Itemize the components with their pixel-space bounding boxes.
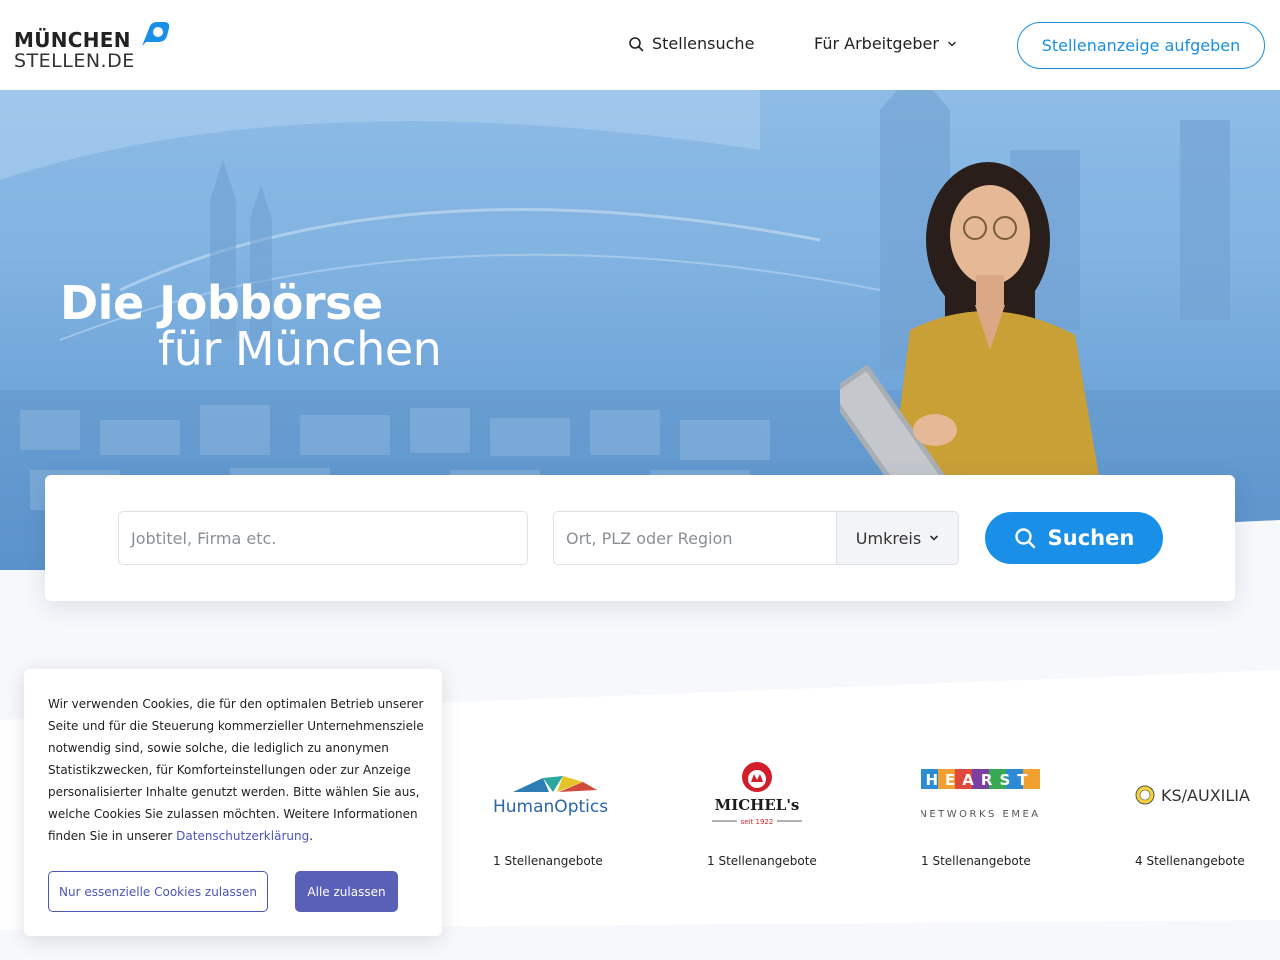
company-card-humanoptics[interactable]: HumanOptics 1 Stellenangebote	[493, 755, 653, 885]
ksauxilia-logo: KS/AUXILIA	[1135, 755, 1280, 835]
site-logo[interactable]: MÜNCHEN STELLEN.DE	[14, 22, 174, 72]
hero-subtitle: für München	[158, 322, 442, 376]
hearst-wordmark: HEARST	[926, 771, 1035, 789]
logo-text-line1: MÜNCHEN	[14, 28, 131, 52]
hearst-logo-image: HEARST NETWORKS EMEA	[921, 769, 1041, 820]
hearst-tagline: NETWORKS EMEA	[921, 809, 1041, 820]
search-button-label: Suchen	[1047, 526, 1135, 550]
humanoptics-logo-image: HumanOptics	[493, 776, 608, 817]
radius-select-label: Umkreis	[855, 528, 922, 548]
search-button[interactable]: Suchen	[985, 512, 1163, 564]
job-count: 1 Stellenangebote	[707, 854, 817, 868]
ksauxilia-wordmark: KS/AUXILIA	[1161, 786, 1250, 805]
cookie-text-suffix: .	[309, 829, 314, 843]
michels-tagline: seit 1922	[741, 818, 774, 826]
location-input[interactable]: Ort, PLZ oder Region	[553, 511, 837, 565]
job-count: 1 Stellenangebote	[921, 854, 1031, 868]
ksauxilia-logo-image: KS/AUXILIA	[1135, 785, 1250, 805]
chevron-down-icon	[947, 41, 956, 46]
humanoptics-logo: HumanOptics	[493, 755, 653, 835]
site-header: MÜNCHEN STELLEN.DE Stellensuche Für Arbe…	[0, 0, 1280, 90]
radius-select[interactable]: Umkreis	[836, 511, 959, 565]
nav-employer-label: Für Arbeitgeber	[814, 34, 939, 53]
michels-logo-image: MICHEL's seit 1922	[712, 762, 802, 826]
logo-text-line2: STELLEN.DE	[14, 50, 135, 72]
company-card-hearst[interactable]: HEARST NETWORKS EMEA 1 Stellenangebote	[921, 755, 1081, 885]
logo-pin-icon	[142, 22, 170, 46]
michels-wordmark: MICHEL's	[715, 796, 800, 814]
company-card-michels[interactable]: MICHEL's seit 1922 1 Stellenangebote	[707, 755, 867, 885]
search-icon	[1014, 528, 1035, 549]
cookie-text-body: Wir verwenden Cookies, die für den optim…	[48, 697, 424, 843]
hearst-logo: HEARST NETWORKS EMEA	[921, 755, 1081, 835]
chevron-down-icon	[930, 535, 939, 541]
search-icon	[629, 36, 644, 51]
job-count: 4 Stellenangebote	[1135, 854, 1245, 868]
accept-all-cookies-button[interactable]: Alle zulassen	[295, 871, 398, 912]
company-card-ksauxilia[interactable]: KS/AUXILIA 4 Stellenangebote	[1135, 755, 1280, 885]
post-job-button[interactable]: Stellenanzeige aufgeben	[1017, 22, 1265, 69]
essential-cookies-button[interactable]: Nur essenzielle Cookies zulassen	[48, 871, 268, 912]
job-title-input[interactable]: Jobtitel, Firma etc.	[118, 511, 528, 565]
humanoptics-wordmark: HumanOptics	[493, 797, 608, 817]
privacy-policy-link[interactable]: Datenschutzerklärung	[176, 829, 309, 843]
nav-stellensuche[interactable]: Stellensuche	[628, 34, 754, 53]
nav-stellensuche-label: Stellensuche	[652, 34, 755, 53]
michels-logo: MICHEL's seit 1922	[707, 755, 867, 835]
nav-fuer-arbeitgeber[interactable]: Für Arbeitgeber	[814, 34, 957, 53]
cookie-banner: Wir verwenden Cookies, die für den optim…	[24, 669, 442, 936]
job-count: 1 Stellenangebote	[493, 854, 603, 868]
cookie-text: Wir verwenden Cookies, die für den optim…	[48, 693, 424, 847]
search-card: Jobtitel, Firma etc. Ort, PLZ oder Regio…	[45, 475, 1235, 601]
